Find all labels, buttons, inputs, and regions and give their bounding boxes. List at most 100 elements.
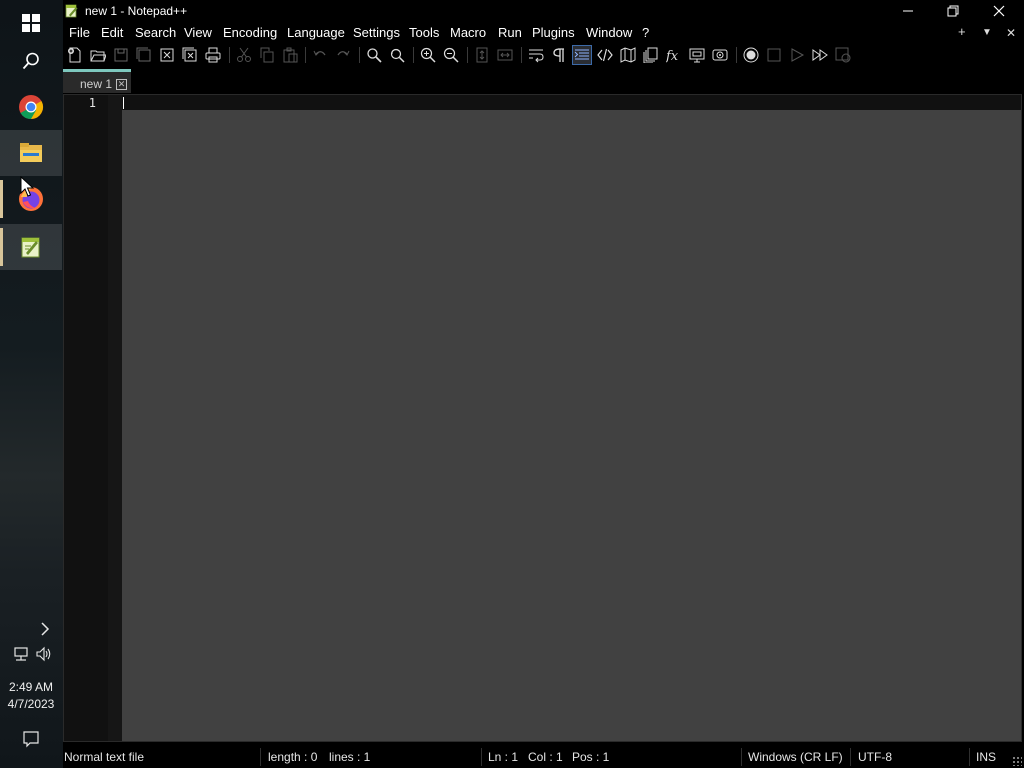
copy-icon[interactable] bbox=[257, 45, 277, 65]
zoom-out-icon[interactable] bbox=[441, 45, 461, 65]
window-title: new 1 - Notepad++ bbox=[85, 4, 188, 18]
status-bar: Normal text file length : 0 lines : 1 Ln… bbox=[63, 746, 1024, 768]
undo-icon[interactable] bbox=[310, 45, 330, 65]
notepadpp-window: new 1 - Notepad++ File Edit Search View … bbox=[63, 0, 1024, 768]
minimize-button[interactable] bbox=[885, 0, 931, 22]
function-list-icon[interactable]: fx bbox=[664, 45, 684, 65]
open-file-icon[interactable] bbox=[88, 45, 108, 65]
redo-icon[interactable] bbox=[333, 45, 353, 65]
menu-settings[interactable]: Settings bbox=[353, 25, 400, 40]
status-length: length : 0 bbox=[268, 750, 318, 764]
taskbar-app-chrome[interactable] bbox=[0, 84, 62, 130]
menu-window[interactable]: Window bbox=[586, 25, 632, 40]
save-all-icon[interactable] bbox=[134, 45, 154, 65]
toolbar: fx bbox=[63, 43, 1024, 66]
menu-tools[interactable]: Tools bbox=[409, 25, 439, 40]
menu-language[interactable]: Language bbox=[287, 25, 345, 40]
run-macro-multiple-icon[interactable] bbox=[810, 45, 830, 65]
menu-encoding[interactable]: Encoding bbox=[223, 25, 277, 40]
folder-as-workspace-icon[interactable] bbox=[687, 45, 707, 65]
tab-new-1[interactable]: new 1 ✕ bbox=[63, 69, 131, 93]
menu-view[interactable]: View bbox=[184, 25, 212, 40]
monitoring-icon[interactable] bbox=[710, 45, 730, 65]
playback-macro-icon[interactable] bbox=[787, 45, 807, 65]
running-indicator bbox=[0, 228, 3, 266]
word-wrap-icon[interactable] bbox=[526, 45, 546, 65]
show-all-characters-icon[interactable] bbox=[549, 45, 569, 65]
tab-label: new 1 bbox=[80, 77, 113, 91]
folder-icon bbox=[20, 143, 42, 162]
restore-button[interactable] bbox=[930, 0, 976, 22]
menu-help[interactable]: ? bbox=[642, 25, 649, 40]
status-file-type: Normal text file bbox=[64, 750, 145, 764]
new-file-icon[interactable] bbox=[65, 45, 85, 65]
stop-recording-icon[interactable] bbox=[764, 45, 784, 65]
sync-horizontal-scroll-icon[interactable] bbox=[495, 45, 515, 65]
title-bar[interactable]: new 1 - Notepad++ bbox=[63, 0, 1024, 22]
fold-margin[interactable] bbox=[108, 95, 122, 741]
document-list-icon[interactable] bbox=[641, 45, 661, 65]
chrome-icon bbox=[19, 95, 44, 119]
tab-list-dropdown-icon[interactable]: ▼ bbox=[982, 27, 992, 38]
clock-time[interactable]: 2:49 AM bbox=[0, 680, 62, 694]
sync-vertical-scroll-icon[interactable] bbox=[472, 45, 492, 65]
network-icon[interactable] bbox=[11, 645, 31, 663]
volume-icon[interactable] bbox=[34, 645, 54, 663]
clock-date[interactable]: 4/7/2023 bbox=[0, 697, 62, 711]
document-map-icon[interactable] bbox=[618, 45, 638, 65]
taskbar-app-file-explorer[interactable] bbox=[0, 130, 62, 176]
status-line-number: Ln : 1 bbox=[488, 750, 519, 764]
windows-logo-icon bbox=[22, 14, 40, 32]
status-lines: lines : 1 bbox=[329, 750, 371, 764]
close-file-icon[interactable] bbox=[157, 45, 177, 65]
tab-bar: new 1 ✕ bbox=[63, 67, 1024, 93]
close-icon bbox=[993, 5, 1005, 17]
menu-run[interactable]: Run bbox=[498, 25, 522, 40]
status-eol-format[interactable]: Windows (CR LF) bbox=[748, 750, 843, 764]
paste-icon[interactable] bbox=[280, 45, 300, 65]
mouse-pointer-icon bbox=[20, 176, 34, 197]
save-icon[interactable] bbox=[111, 45, 131, 65]
status-insert-mode[interactable]: INS bbox=[976, 750, 996, 764]
minimize-icon bbox=[903, 10, 913, 12]
line-number: 1 bbox=[88, 96, 96, 110]
status-encoding[interactable]: UTF-8 bbox=[858, 750, 892, 764]
close-all-icon[interactable] bbox=[180, 45, 200, 65]
tab-close-icon[interactable]: ✕ bbox=[116, 79, 127, 90]
cut-icon[interactable] bbox=[234, 45, 254, 65]
zoom-in-icon[interactable] bbox=[418, 45, 438, 65]
running-indicator bbox=[0, 180, 3, 218]
current-line-highlight bbox=[122, 95, 1021, 110]
menu-file[interactable]: File bbox=[69, 25, 90, 40]
menu-macro[interactable]: Macro bbox=[450, 25, 486, 40]
notepadpp-app-icon bbox=[65, 4, 78, 18]
save-macro-icon[interactable] bbox=[833, 45, 853, 65]
print-icon[interactable] bbox=[203, 45, 223, 65]
editor-area[interactable]: 1 bbox=[63, 94, 1022, 742]
text-caret bbox=[123, 97, 124, 109]
resize-grip[interactable] bbox=[1012, 756, 1022, 766]
find-icon[interactable] bbox=[364, 45, 384, 65]
search-icon bbox=[22, 52, 39, 70]
taskbar-app-notepadpp[interactable] bbox=[0, 224, 62, 270]
indent-guide-icon[interactable] bbox=[572, 45, 592, 65]
xml-tag-icon[interactable] bbox=[595, 45, 615, 65]
replace-icon[interactable] bbox=[387, 45, 407, 65]
start-recording-icon[interactable] bbox=[741, 45, 761, 65]
close-window-button[interactable] bbox=[976, 0, 1022, 22]
show-hidden-icons-chevron-icon[interactable] bbox=[36, 620, 54, 638]
close-tab-x-icon[interactable]: ✕ bbox=[1006, 26, 1016, 40]
menu-plugins[interactable]: Plugins bbox=[532, 25, 575, 40]
status-column: Col : 1 bbox=[528, 750, 563, 764]
menu-edit[interactable]: Edit bbox=[101, 25, 123, 40]
menu-search[interactable]: Search bbox=[135, 25, 176, 40]
search-button[interactable] bbox=[0, 38, 62, 84]
status-position: Pos : 1 bbox=[572, 750, 610, 764]
notepadpp-icon bbox=[21, 237, 40, 258]
taskbar: 2:49 AM 4/7/2023 bbox=[0, 0, 63, 768]
action-center-notification-icon[interactable] bbox=[21, 729, 41, 749]
svg-text:fx: fx bbox=[666, 49, 679, 63]
new-tab-plus-icon[interactable]: + bbox=[958, 24, 966, 39]
menu-bar: File Edit Search View Encoding Language … bbox=[63, 22, 1024, 43]
restore-icon bbox=[947, 5, 959, 17]
